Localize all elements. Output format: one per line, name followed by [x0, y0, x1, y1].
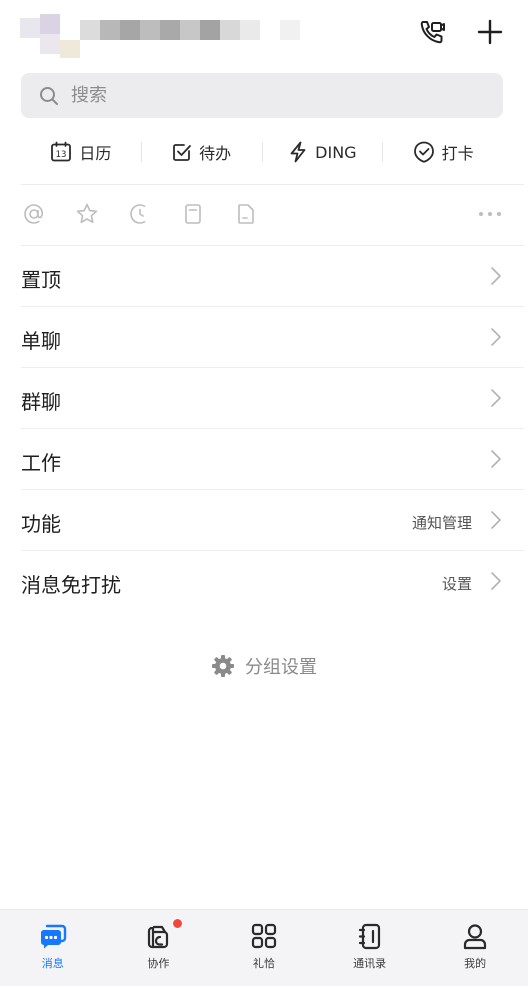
list-item-label: 群聊 [21, 390, 61, 414]
search-bar[interactable] [21, 73, 503, 118]
search-icon [40, 86, 58, 105]
filter-starred[interactable] [74, 201, 100, 227]
list-item-functions[interactable]: 功能 通知管理 [21, 490, 524, 551]
chevron-right-icon [491, 389, 501, 407]
list-item-do-not-disturb[interactable]: 消息免打扰 设置 [21, 551, 524, 611]
profile-icon [464, 924, 487, 950]
quick-action-todo[interactable]: 待办 [142, 140, 262, 164]
header [0, 0, 528, 70]
filter-later[interactable] [127, 201, 153, 227]
list-item-label: 工作 [21, 451, 61, 475]
chevron-right-icon [491, 511, 501, 529]
list-item-label: 功能 [21, 512, 61, 536]
phone-call-icon [420, 21, 445, 44]
tab-label: 协作 [147, 957, 170, 970]
moon-icon [130, 204, 146, 224]
chevron-right-icon [491, 450, 501, 468]
list-item-pinned[interactable]: 置顶 [21, 246, 524, 307]
notification-badge [171, 918, 183, 929]
quick-action-label: DING [315, 142, 357, 162]
checkin-icon [413, 141, 434, 163]
phone-call-button[interactable] [416, 16, 448, 48]
todo-check-icon [173, 144, 192, 161]
chevron-right-icon [491, 572, 501, 590]
lightning-icon [290, 141, 306, 163]
filter-icon-row [21, 196, 511, 234]
add-button[interactable] [474, 16, 506, 48]
contacts-icon [358, 923, 380, 950]
collab-icon [148, 925, 169, 949]
gear-icon [212, 655, 234, 677]
group-settings-label: 分组设置 [245, 657, 317, 678]
more-icon [479, 212, 501, 216]
search-input[interactable] [69, 84, 473, 107]
tab-apps[interactable]: 礼恰 [211, 910, 317, 986]
message-icon [40, 924, 66, 949]
notification-management-link: 通知管理 [411, 514, 472, 532]
quick-action-ding[interactable]: DING [263, 141, 383, 163]
tab-label: 礼恰 [252, 957, 275, 970]
apps-grid-icon [251, 923, 277, 949]
list-item-label: 消息免打扰 [21, 573, 121, 597]
quick-action-checkin[interactable]: 打卡 [383, 140, 503, 164]
list-item-group-chat[interactable]: 群聊 [21, 368, 524, 429]
quick-action-label: 日历 [79, 144, 112, 163]
quick-action-label: 打卡 [441, 144, 474, 163]
chevron-right-icon [491, 328, 501, 346]
list-item-label: 单聊 [21, 329, 61, 353]
calendar-day: 13 [56, 150, 67, 160]
filter-docs[interactable] [233, 201, 259, 227]
list-item-single-chat[interactable]: 单聊 [21, 307, 524, 368]
bookmark-icon [185, 204, 201, 224]
blurred-title [20, 14, 310, 60]
divider [21, 184, 524, 185]
star-icon [76, 203, 98, 224]
quick-actions-bar: 13 日历 待办 DING 打卡 [21, 130, 503, 174]
quick-action-label: 待办 [199, 144, 232, 163]
group-settings-button[interactable]: 分组设置 [0, 650, 528, 682]
filter-mentions[interactable] [21, 201, 47, 227]
settings-list: 置顶 单聊 群聊 工作 功能 通知管理 消息免打扰 设置 [0, 246, 528, 611]
tab-collaboration[interactable]: 协作 [106, 910, 212, 986]
tab-profile[interactable]: 我的 [422, 910, 528, 986]
list-item-work[interactable]: 工作 [21, 429, 524, 490]
quick-action-calendar[interactable]: 13 日历 [21, 140, 141, 164]
plus-icon [477, 19, 503, 45]
tab-contacts[interactable]: 通讯录 [317, 910, 423, 986]
tab-messages[interactable]: 消息 [0, 910, 106, 986]
bottom-tab-bar: 消息 协作 礼恰 通讯录 我的 [0, 909, 528, 986]
calendar-icon: 13 [51, 141, 72, 162]
settings-link: 设置 [441, 575, 472, 593]
chevron-right-icon [491, 267, 501, 285]
filter-more[interactable] [477, 201, 503, 227]
tab-label: 我的 [464, 957, 487, 970]
at-icon [24, 204, 44, 224]
list-item-label: 置顶 [21, 268, 61, 292]
filter-saved[interactable] [180, 201, 206, 227]
document-icon [238, 204, 254, 224]
tab-label: 通讯录 [353, 957, 387, 970]
tab-label: 消息 [41, 957, 64, 970]
